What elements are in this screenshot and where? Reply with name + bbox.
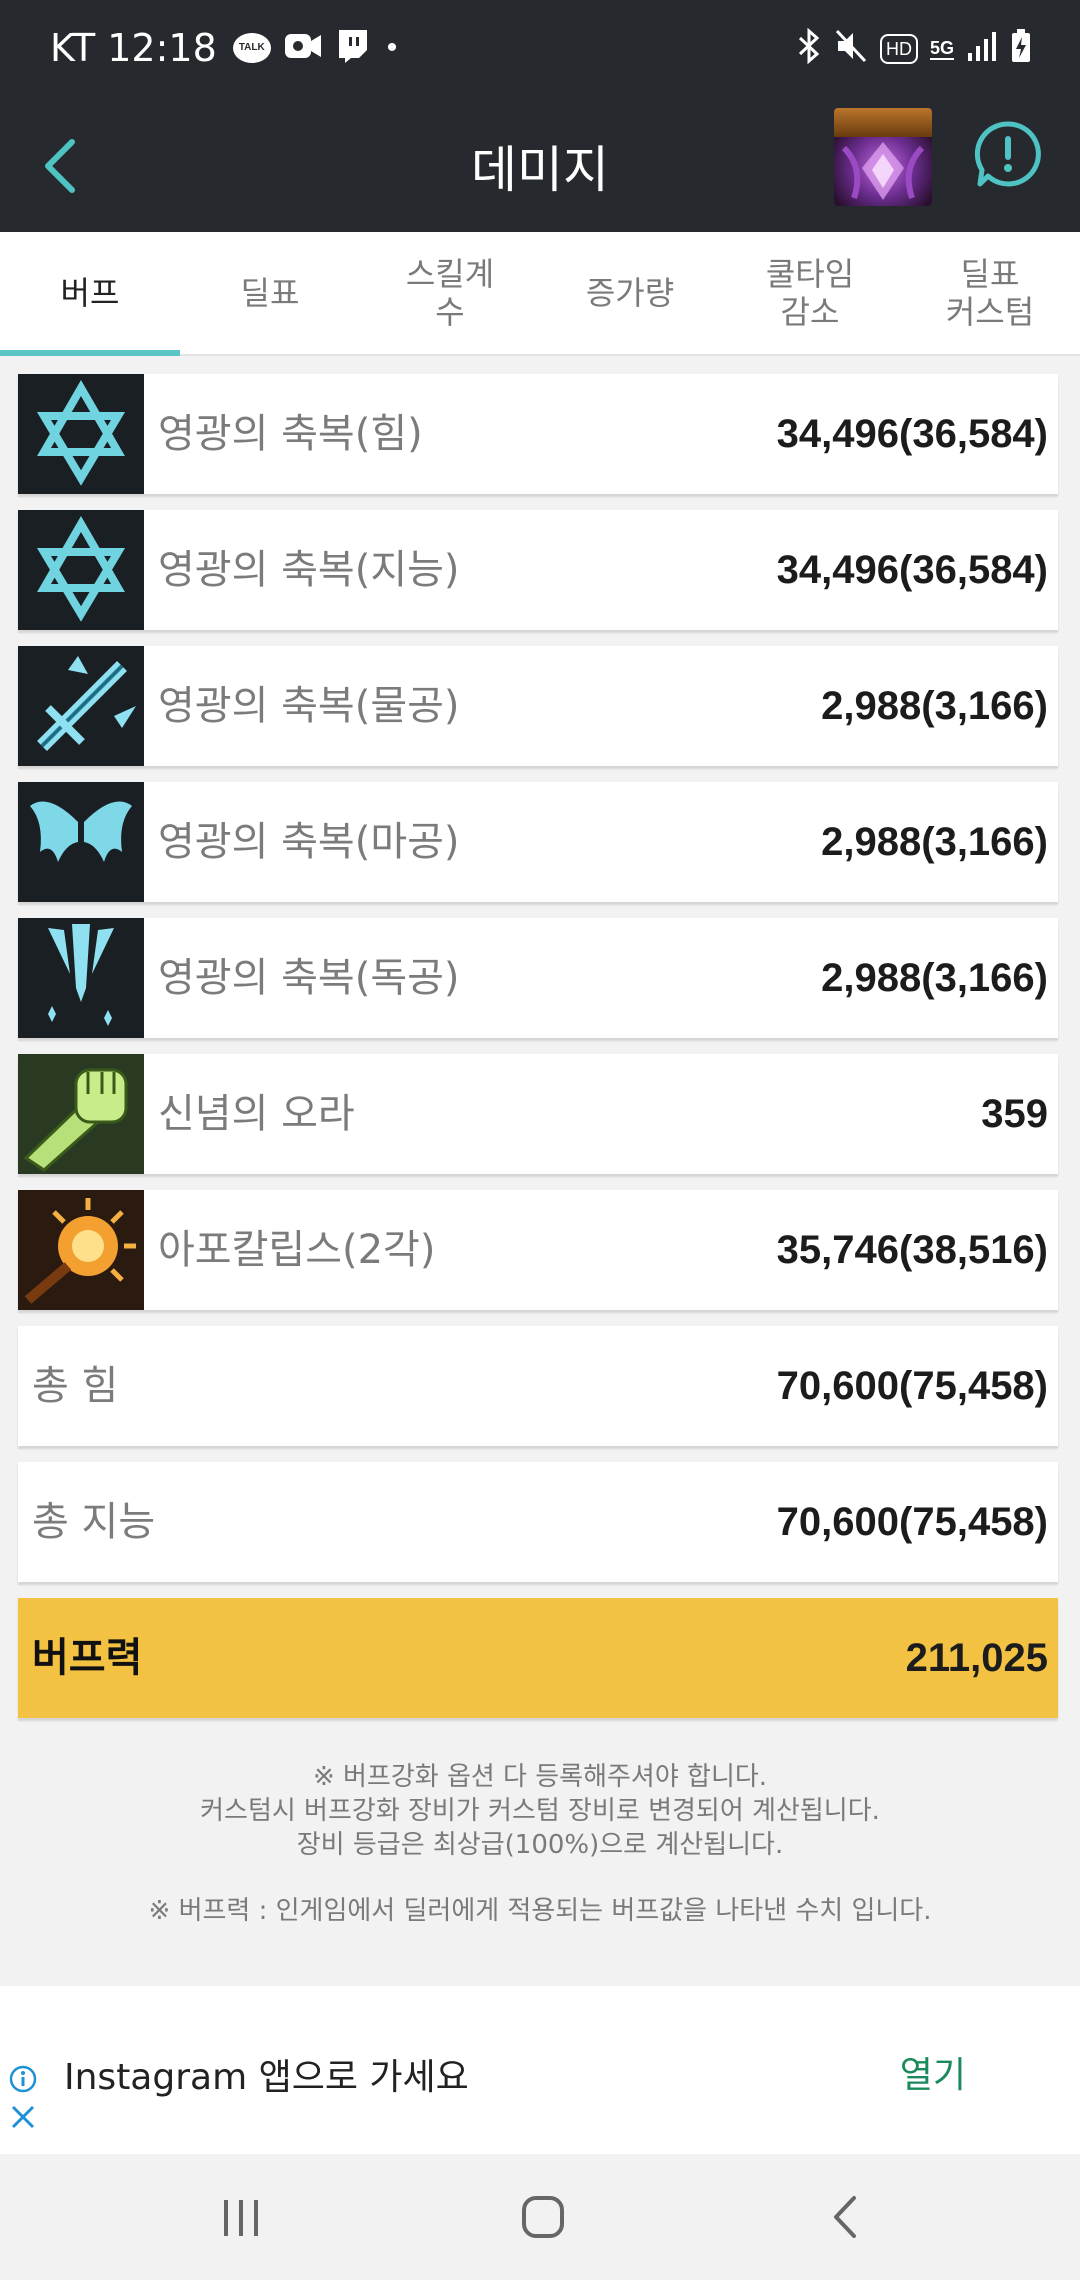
- buff-label: 영광의 축복(마공): [158, 819, 460, 865]
- app-header: 데미지: [0, 100, 1080, 232]
- buff-power-row: 버프력 211,025: [18, 1598, 1058, 1718]
- bluetooth-icon: [796, 27, 822, 69]
- talk-icon: TALK: [232, 33, 271, 63]
- home-icon[interactable]: [508, 2184, 578, 2250]
- info-icon[interactable]: [8, 2064, 38, 2094]
- buff-label: 영광의 축복(힘): [158, 411, 423, 457]
- sword-icon: [18, 646, 144, 766]
- hexagram-icon: [18, 374, 144, 494]
- buff-label: 신념의 오라: [158, 1091, 355, 1137]
- list-item: 신념의 오라 359: [18, 1054, 1058, 1174]
- buff-label: 아포칼립스(2각): [158, 1227, 436, 1273]
- 5g-icon: 5G: [929, 37, 954, 60]
- tab-bar: 버프 딜표 스킬계 수 증가량 쿨타임 감소 딜표 커스텀: [0, 232, 1080, 356]
- recent-apps-icon[interactable]: [206, 2184, 276, 2250]
- note-line: 장비 등급은 최상급(100%)으로 계산됩니다.: [296, 1830, 784, 1860]
- fist-icon: [18, 1054, 144, 1174]
- hd-icon: HD: [879, 33, 918, 64]
- tab-increase[interactable]: 증가량: [540, 232, 720, 354]
- buff-value: 2,988(3,166): [821, 820, 1048, 864]
- tab-buff[interactable]: 버프: [0, 232, 180, 356]
- buff-value: 34,496(36,584): [776, 412, 1048, 456]
- close-icon[interactable]: [8, 2102, 38, 2132]
- apocalypse-icon: [18, 1190, 144, 1310]
- status-right: HD 5G: [796, 27, 1032, 69]
- system-nav-bar: [0, 2154, 1080, 2280]
- buff-list: 영광의 축복(힘) 34,496(36,584) 영광의 축복(지능) 34,4…: [18, 374, 1058, 1734]
- total-row: 총 힘 70,600(75,458): [18, 1326, 1058, 1446]
- carrier-time: KT 12:18: [50, 26, 217, 70]
- status-bar: KT 12:18 TALK • HD 5G: [0, 0, 1080, 100]
- buff-value: 34,496(36,584): [776, 548, 1048, 592]
- list-item: 영광의 축복(물공) 2,988(3,166): [18, 646, 1058, 766]
- notification-dot: •: [386, 31, 398, 64]
- buff-power-label: 버프력: [32, 1635, 143, 1681]
- buff-value: 359: [981, 1092, 1048, 1136]
- status-left: KT 12:18 TALK •: [50, 26, 397, 70]
- alert-button[interactable]: [972, 118, 1044, 190]
- tab-cooldown-reduction[interactable]: 쿨타임 감소: [720, 232, 900, 354]
- ad-open-button[interactable]: 열기: [900, 2046, 966, 2098]
- character-art-icon: [841, 142, 925, 200]
- buff-value: 35,746(38,516): [776, 1228, 1048, 1272]
- wings-icon: [18, 782, 144, 902]
- battery-icon: [1010, 28, 1032, 69]
- tab-skill-coefficient[interactable]: 스킬계 수: [360, 232, 540, 354]
- note-line: ※ 버프력 : 인게임에서 딜러에게 적용되는 버프값을 나타낸 수치 입니다.: [148, 1896, 932, 1926]
- list-item: 아포칼립스(2각) 35,746(38,516): [18, 1190, 1058, 1310]
- buff-label: 영광의 축복(물공): [158, 683, 460, 729]
- buff-value: 2,988(3,166): [821, 956, 1048, 1000]
- video-icon: [283, 31, 323, 66]
- list-item: 영광의 축복(힘) 34,496(36,584): [18, 374, 1058, 494]
- twitch-icon: [335, 28, 369, 69]
- blade-burst-icon: [18, 918, 144, 1038]
- signal-icon: [966, 29, 998, 68]
- buff-label: 영광의 축복(독공): [158, 955, 460, 1001]
- notes: ※ 버프강화 옵션 다 등록해주셔야 합니다. 커스텀시 버프강화 장비가 커스…: [0, 1760, 1080, 1928]
- ad-banner[interactable]: Instagram 앱으로 가세요 열기: [0, 1986, 1080, 2154]
- total-value: 70,600(75,458): [776, 1500, 1048, 1544]
- note-line: 커스텀시 버프강화 장비가 커스텀 장비로 변경되어 계산됩니다.: [200, 1796, 880, 1826]
- list-item: 영광의 축복(독공) 2,988(3,166): [18, 918, 1058, 1038]
- total-label: 총 지능: [32, 1499, 156, 1545]
- buff-label: 영광의 축복(지능): [158, 547, 460, 593]
- total-label: 총 힘: [32, 1363, 119, 1409]
- list-item: 영광의 축복(마공) 2,988(3,166): [18, 782, 1058, 902]
- mute-icon: [834, 28, 868, 69]
- ad-text[interactable]: Instagram 앱으로 가세요: [64, 2048, 469, 2100]
- note-line: ※ 버프강화 옵션 다 등록해주셔야 합니다.: [312, 1762, 768, 1792]
- list-item: 영광의 축복(지능) 34,496(36,584): [18, 510, 1058, 630]
- back-icon[interactable]: [810, 2184, 880, 2250]
- tab-damage-custom[interactable]: 딜표 커스텀: [900, 232, 1080, 354]
- alert-bubble-icon: [974, 121, 1041, 187]
- tab-damage-table[interactable]: 딜표: [180, 232, 360, 354]
- buff-power-value: 211,025: [905, 1636, 1048, 1680]
- buff-value: 2,988(3,166): [821, 684, 1048, 728]
- note-spacer: [0, 1862, 1080, 1894]
- total-row: 총 지능 70,600(75,458): [18, 1462, 1058, 1582]
- total-value: 70,600(75,458): [776, 1364, 1048, 1408]
- hexagram-icon: [18, 510, 144, 630]
- avatar[interactable]: [834, 108, 932, 206]
